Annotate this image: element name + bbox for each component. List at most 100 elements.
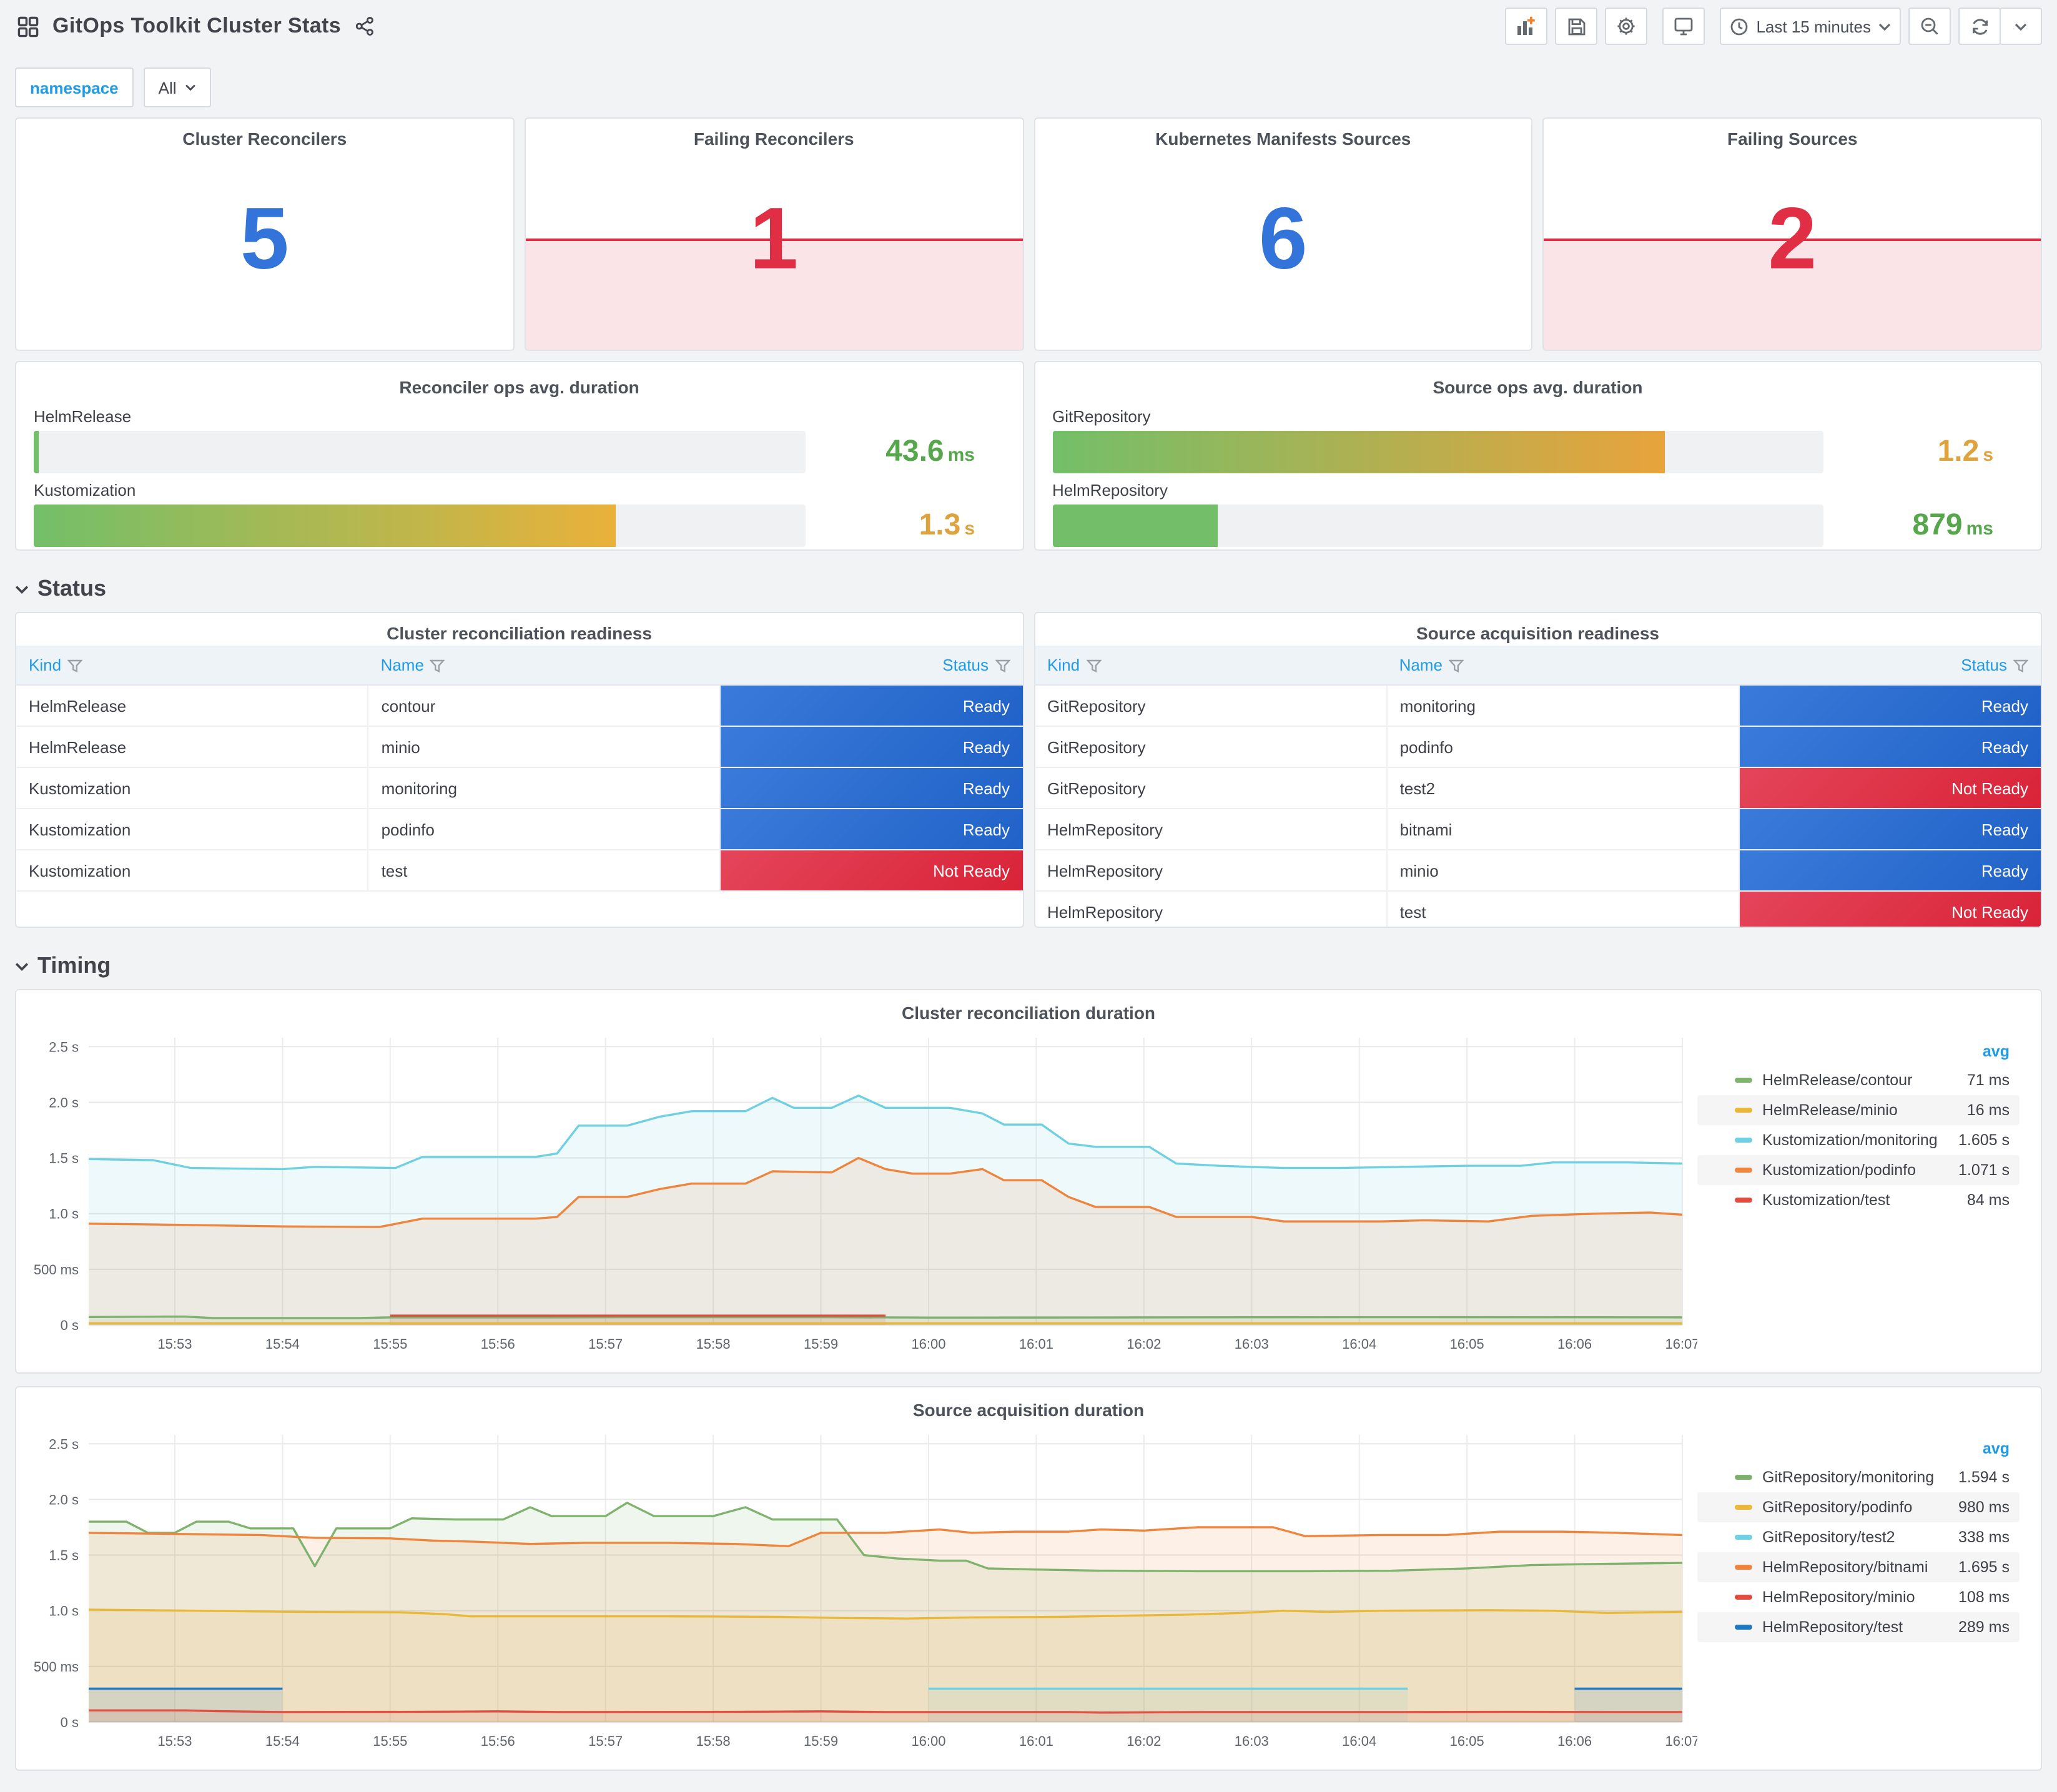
legend-item[interactable]: Kustomization/test 84 ms: [1697, 1185, 2020, 1215]
cell-status: Ready: [720, 809, 1022, 850]
status-badge: Ready: [1739, 850, 2041, 890]
svg-text:16:04: 16:04: [1342, 1336, 1376, 1352]
time-series-plot[interactable]: 15:53 15:54 15:55 15:56 15:57 15:58 15:59 16:00…: [24, 1422, 1697, 1757]
chart-legend: avg GitRepository/monitoring 1.594 s GitRep…: [1697, 1422, 2032, 1757]
tv-mode-button[interactable]: [1662, 7, 1705, 45]
add-panel-button[interactable]: [1505, 7, 1548, 45]
cell-status: Ready: [720, 726, 1022, 768]
column-header-status[interactable]: Status: [1739, 646, 2041, 686]
legend-series-marker: [1735, 1078, 1752, 1083]
cell-name: monitoring: [1386, 685, 1740, 727]
cell-name: contour: [368, 685, 721, 727]
stat-panel-title[interactable]: Failing Reconcilers: [526, 119, 1023, 151]
legend-item[interactable]: HelmRepository/bitnami 1.695 s: [1697, 1552, 2020, 1582]
time-range-picker[interactable]: Last 15 minutes: [1720, 7, 1901, 45]
filter-icon[interactable]: [67, 659, 83, 673]
cell-kind: HelmRelease: [16, 685, 369, 727]
chart-panel-title[interactable]: Source acquisition duration: [24, 1390, 2033, 1422]
filter-icon[interactable]: [430, 659, 445, 673]
cell-kind: GitRepository: [1035, 726, 1388, 768]
legend-series-avg: 980 ms: [1958, 1499, 2010, 1516]
svg-text:15:54: 15:54: [265, 1336, 300, 1352]
column-header-name[interactable]: Name: [368, 646, 721, 686]
legend-item[interactable]: GitRepository/test2 338 ms: [1697, 1522, 2020, 1552]
chart-panel-title[interactable]: Cluster reconciliation duration: [24, 993, 2033, 1025]
svg-text:15:53: 15:53: [157, 1733, 192, 1749]
save-dashboard-button[interactable]: [1555, 7, 1598, 45]
gauge-panel-title[interactable]: Reconciler ops avg. duration: [34, 367, 1005, 400]
legend-item[interactable]: HelmRelease/minio 16 ms: [1697, 1095, 2020, 1125]
legend-item[interactable]: Kustomization/monitoring 1.605 s: [1697, 1125, 2020, 1155]
stat-panel-title[interactable]: Kubernetes Manifests Sources: [1035, 119, 1532, 151]
time-range-label: Last 15 minutes: [1756, 17, 1871, 36]
svg-text:15:58: 15:58: [696, 1733, 731, 1749]
column-header-name[interactable]: Name: [1386, 646, 1739, 686]
cell-status: Not Ready: [1739, 767, 2041, 809]
table-row: GitRepository monitoring Ready: [1035, 685, 2041, 727]
svg-text:15:59: 15:59: [804, 1336, 838, 1352]
svg-text:15:55: 15:55: [373, 1733, 407, 1749]
legend-item[interactable]: HelmRepository/minio 108 ms: [1697, 1582, 2020, 1612]
legend-series-avg: 108 ms: [1958, 1588, 2010, 1606]
legend-item[interactable]: HelmRepository/test 289 ms: [1697, 1612, 2020, 1642]
filter-icon[interactable]: [995, 659, 1010, 673]
table-row: Kustomization monitoring Ready: [16, 767, 1022, 809]
stat-panel-title[interactable]: Cluster Reconcilers: [16, 119, 513, 151]
gauge-panel-title[interactable]: Source ops avg. duration: [1052, 367, 2023, 400]
svg-text:2.0 s: 2.0 s: [49, 1095, 79, 1110]
legend-item[interactable]: GitRepository/podinfo 980 ms: [1697, 1492, 2020, 1522]
column-header-status[interactable]: Status: [720, 646, 1022, 686]
table-row: Kustomization podinfo Ready: [16, 809, 1022, 850]
timing-section-toggle[interactable]: Timing: [0, 938, 2057, 989]
chevron-down-icon: [1878, 22, 1891, 31]
dashboards-grid-icon[interactable]: [15, 13, 41, 39]
cell-kind: HelmRepository: [1035, 850, 1388, 892]
column-header-kind[interactable]: Kind: [1035, 646, 1387, 686]
legend-avg-header[interactable]: avg: [1697, 1043, 2020, 1065]
legend-item[interactable]: HelmRelease/contour 71 ms: [1697, 1065, 2020, 1095]
gauge-bar: [34, 505, 616, 547]
zoom-out-button[interactable]: [1908, 7, 1951, 45]
svg-text:2.5 s: 2.5 s: [49, 1039, 79, 1055]
legend-avg-header[interactable]: avg: [1697, 1440, 2020, 1462]
filter-icon[interactable]: [1086, 659, 1102, 673]
filter-icon[interactable]: [2013, 659, 2028, 673]
share-icon[interactable]: [352, 14, 377, 39]
svg-text:15:57: 15:57: [588, 1336, 623, 1352]
refresh-button[interactable]: [1958, 7, 2001, 45]
dashboard-settings-button[interactable]: [1605, 7, 1648, 45]
variable-filter-row: namespace All: [0, 52, 2057, 117]
stat-panel: Kubernetes Manifests Sources 6: [1033, 117, 1533, 351]
filter-icon[interactable]: [1448, 659, 1464, 673]
cell-kind: HelmRepository: [1035, 891, 1388, 927]
legend-series-avg: 84 ms: [1966, 1191, 2010, 1209]
legend-series-avg: 1.695 s: [1958, 1558, 2010, 1576]
bar-gauge-panel: Reconciler ops avg. duration HelmRelease 4…: [15, 361, 1024, 551]
namespace-variable-label[interactable]: namespace: [15, 67, 134, 107]
table-row: GitRepository test2 Not Ready: [1035, 767, 2041, 809]
status-section-toggle[interactable]: Status: [0, 561, 2057, 612]
readiness-table: Kind Name Status HelmRelease contour Ready Hel…: [16, 646, 1022, 892]
legend-item[interactable]: Kustomization/podinfo 1.071 s: [1697, 1155, 2020, 1185]
namespace-variable-value[interactable]: All: [143, 67, 212, 107]
bar-gauge-panel: Source ops avg. duration GitRepository 1.2…: [1033, 361, 2042, 551]
gauge-track: [1052, 431, 1823, 473]
charts-container: Cluster reconciliation duration 15:53 15:5…: [0, 989, 2057, 1771]
time-series-plot[interactable]: 15:53 15:54 15:55 15:56 15:57 15:58 15:59 16:00…: [24, 1025, 1697, 1360]
stat-panel: Failing Sources 2: [1542, 117, 2042, 351]
table-row: HelmRelease minio Ready: [16, 726, 1022, 768]
column-header-kind[interactable]: Kind: [16, 646, 368, 686]
cell-kind: GitRepository: [1035, 685, 1388, 727]
svg-text:16:07: 16:07: [1665, 1336, 1697, 1352]
stat-panel-title[interactable]: Failing Sources: [1544, 119, 2041, 151]
cell-kind: Kustomization: [16, 809, 369, 850]
refresh-interval-dropdown[interactable]: [2000, 7, 2042, 45]
svg-text:1.5 s: 1.5 s: [49, 1151, 79, 1166]
legend-item[interactable]: GitRepository/monitoring 1.594 s: [1697, 1462, 2020, 1492]
legend-series-marker: [1735, 1565, 1752, 1570]
table-panel-title[interactable]: Source acquisition readiness: [1035, 613, 2041, 646]
legend-series-name: HelmRepository/bitnami: [1762, 1558, 1928, 1576]
table-panel-title[interactable]: Cluster reconciliation readiness: [16, 613, 1022, 646]
svg-text:16:03: 16:03: [1235, 1733, 1269, 1749]
cell-name: test2: [1386, 767, 1740, 809]
